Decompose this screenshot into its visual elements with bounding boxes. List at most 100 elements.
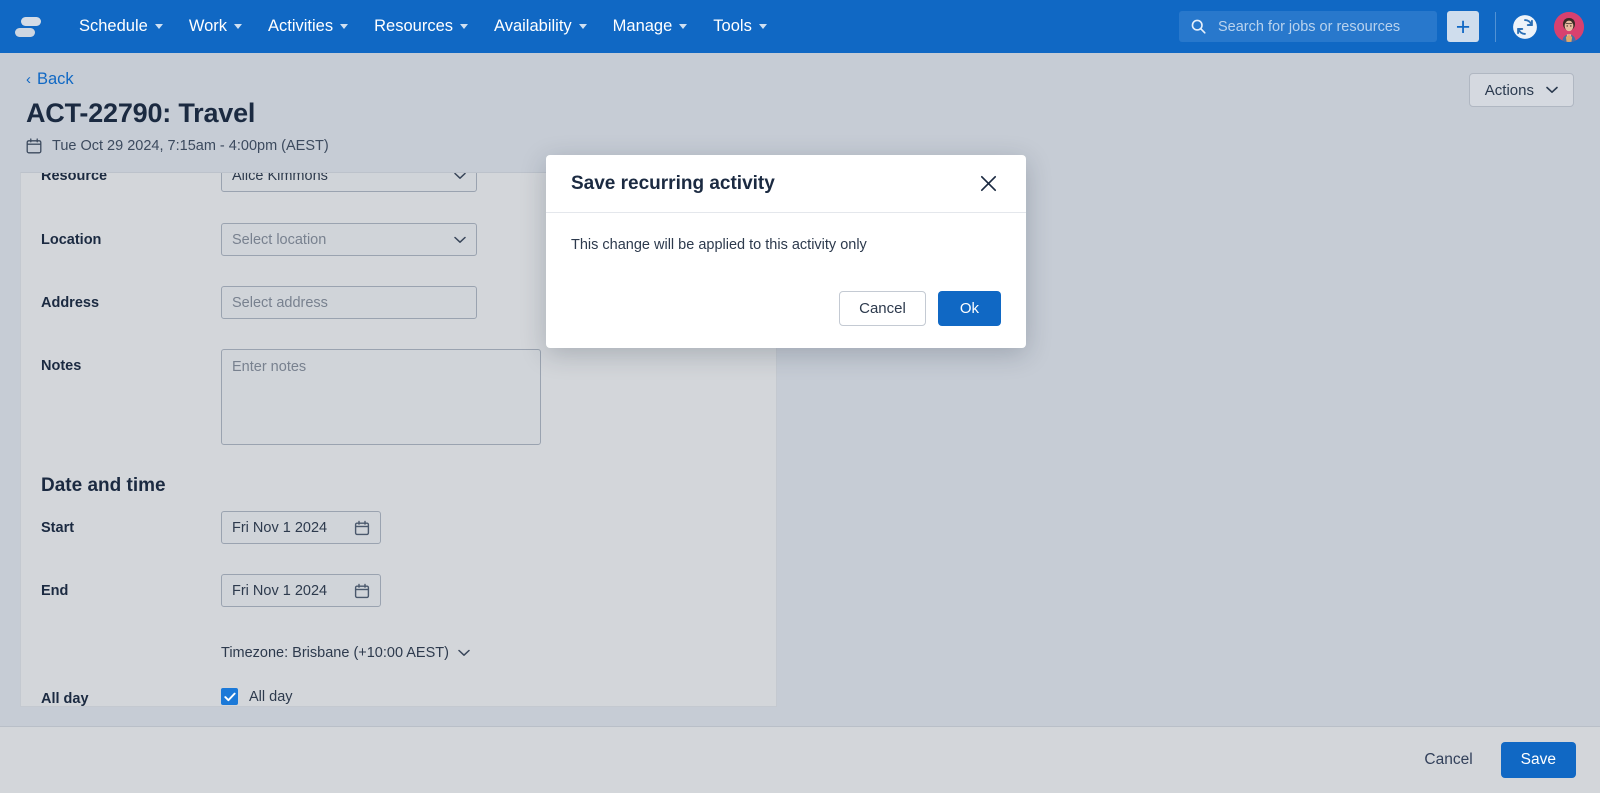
all-day-checkbox-row: All day	[221, 688, 756, 705]
start-date-input[interactable]: Fri Nov 1 2024	[221, 511, 381, 544]
save-button[interactable]: Save	[1501, 742, 1576, 778]
add-new-button[interactable]: +	[1447, 11, 1479, 42]
chevron-down-icon	[234, 24, 242, 29]
field-row-start: Start Fri Nov 1 2024	[41, 511, 756, 559]
nav-label: Work	[189, 17, 227, 36]
top-navigation-bar: Schedule Work Activities Resources Avail…	[0, 0, 1600, 53]
field-row-notes: Notes Enter notes	[41, 349, 756, 445]
save-recurring-activity-dialog: Save recurring activity This change will…	[546, 155, 1026, 348]
logo-bar-bottom	[15, 28, 35, 37]
nav-item-availability[interactable]: Availability	[481, 11, 600, 42]
check-icon	[224, 692, 236, 702]
notes-placeholder: Enter notes	[232, 359, 306, 375]
nav-label: Schedule	[79, 17, 148, 36]
field-label-location: Location	[41, 223, 221, 248]
field-label-resource: Resource	[41, 172, 221, 184]
chevron-down-icon	[679, 24, 687, 29]
nav-label: Tools	[713, 17, 752, 36]
chevron-down-icon	[460, 24, 468, 29]
dialog-close-button[interactable]	[975, 171, 1001, 197]
chevron-left-icon: ‹	[26, 72, 31, 87]
field-control-start: Fri Nov 1 2024	[221, 511, 756, 544]
all-day-checkbox[interactable]	[221, 688, 238, 705]
dialog-body: This change will be applied to this acti…	[546, 213, 1026, 282]
page-subtitle: Tue Oct 29 2024, 7:15am - 4:00pm (AEST)	[26, 138, 1574, 154]
page-title: ACT-22790: Travel	[26, 98, 1574, 129]
chevron-down-icon	[155, 24, 163, 29]
chevron-down-icon	[1546, 86, 1558, 94]
field-control-all-day: All day	[221, 688, 756, 705]
field-label-all-day: All day	[41, 688, 221, 707]
field-label-end: End	[41, 574, 221, 599]
start-date-value: Fri Nov 1 2024	[232, 520, 327, 536]
dialog-title: Save recurring activity	[571, 173, 975, 195]
field-row-all-day: All day All day	[41, 688, 756, 707]
field-label-address: Address	[41, 286, 221, 311]
chevron-down-icon	[759, 24, 767, 29]
nav-label: Resources	[374, 17, 453, 36]
address-input[interactable]: Select address	[221, 286, 477, 319]
chevron-down-icon	[340, 24, 348, 29]
search-icon	[1190, 18, 1207, 35]
location-select[interactable]: Select location	[221, 223, 477, 256]
actions-button[interactable]: Actions	[1469, 73, 1574, 107]
avatar-person-icon	[1554, 12, 1584, 42]
all-day-checkbox-label: All day	[249, 689, 293, 705]
nav-label: Availability	[494, 17, 572, 36]
nav-item-manage[interactable]: Manage	[600, 11, 701, 42]
chevron-down-icon	[579, 24, 587, 29]
field-label-start: Start	[41, 511, 221, 536]
resource-select[interactable]: Alice Kimmons	[221, 172, 477, 192]
field-control-notes: Enter notes	[221, 349, 756, 445]
nav-label: Activities	[268, 17, 333, 36]
top-nav-right-group: Search for jobs or resources +	[1179, 10, 1600, 44]
end-date-value: Fri Nov 1 2024	[232, 583, 327, 599]
address-placeholder: Select address	[232, 295, 328, 311]
timezone-selector[interactable]: Timezone: Brisbane (+10:00 AEST)	[221, 638, 756, 668]
cancel-button[interactable]: Cancel	[1414, 743, 1482, 777]
location-placeholder: Select location	[232, 232, 454, 248]
field-label-timezone-spacer	[41, 638, 221, 647]
nav-divider	[1495, 12, 1496, 42]
chevron-down-icon	[454, 236, 466, 244]
field-control-end: Fri Nov 1 2024	[221, 574, 756, 607]
field-label-notes: Notes	[41, 349, 221, 374]
resource-value: Alice Kimmons	[232, 172, 454, 184]
calendar-icon[interactable]	[354, 520, 370, 536]
activity-datetime: Tue Oct 29 2024, 7:15am - 4:00pm (AEST)	[52, 138, 329, 154]
sync-refresh-icon[interactable]	[1512, 14, 1538, 40]
back-link[interactable]: ‹ Back	[26, 70, 74, 89]
nav-item-tools[interactable]: Tools	[700, 11, 780, 42]
dialog-header: Save recurring activity	[546, 155, 1026, 213]
search-input[interactable]: Search for jobs or resources	[1179, 11, 1437, 42]
plus-icon: +	[1456, 17, 1471, 37]
nav-item-work[interactable]: Work	[176, 11, 255, 42]
field-row-end: End Fri Nov 1 2024	[41, 574, 756, 622]
app-logo-icon[interactable]	[14, 13, 44, 41]
nav-item-schedule[interactable]: Schedule	[66, 11, 176, 42]
chevron-down-icon	[454, 172, 466, 180]
search-placeholder: Search for jobs or resources	[1218, 19, 1400, 35]
nav-item-activities[interactable]: Activities	[255, 11, 361, 42]
dialog-footer: Cancel Ok	[546, 282, 1026, 348]
nav-label: Manage	[613, 17, 673, 36]
field-control-timezone: Timezone: Brisbane (+10:00 AEST)	[221, 638, 756, 668]
calendar-icon	[26, 138, 42, 154]
logo-bar-top	[21, 17, 41, 26]
close-icon	[980, 175, 997, 192]
dialog-ok-button[interactable]: Ok	[938, 291, 1001, 326]
actions-label: Actions	[1485, 82, 1534, 99]
section-title-date-and-time: Date and time	[41, 475, 756, 497]
back-label: Back	[37, 70, 74, 89]
page-footer-action-bar: Cancel Save	[0, 726, 1600, 793]
dialog-message: This change will be applied to this acti…	[571, 237, 867, 253]
field-row-timezone: Timezone: Brisbane (+10:00 AEST)	[41, 638, 756, 668]
timezone-value: Timezone: Brisbane (+10:00 AEST)	[221, 645, 449, 661]
calendar-icon[interactable]	[354, 583, 370, 599]
end-date-input[interactable]: Fri Nov 1 2024	[221, 574, 381, 607]
user-avatar[interactable]	[1552, 10, 1586, 44]
nav-item-resources[interactable]: Resources	[361, 11, 481, 42]
chevron-down-icon	[458, 649, 470, 657]
dialog-cancel-button[interactable]: Cancel	[839, 291, 926, 326]
notes-textarea[interactable]: Enter notes	[221, 349, 541, 445]
